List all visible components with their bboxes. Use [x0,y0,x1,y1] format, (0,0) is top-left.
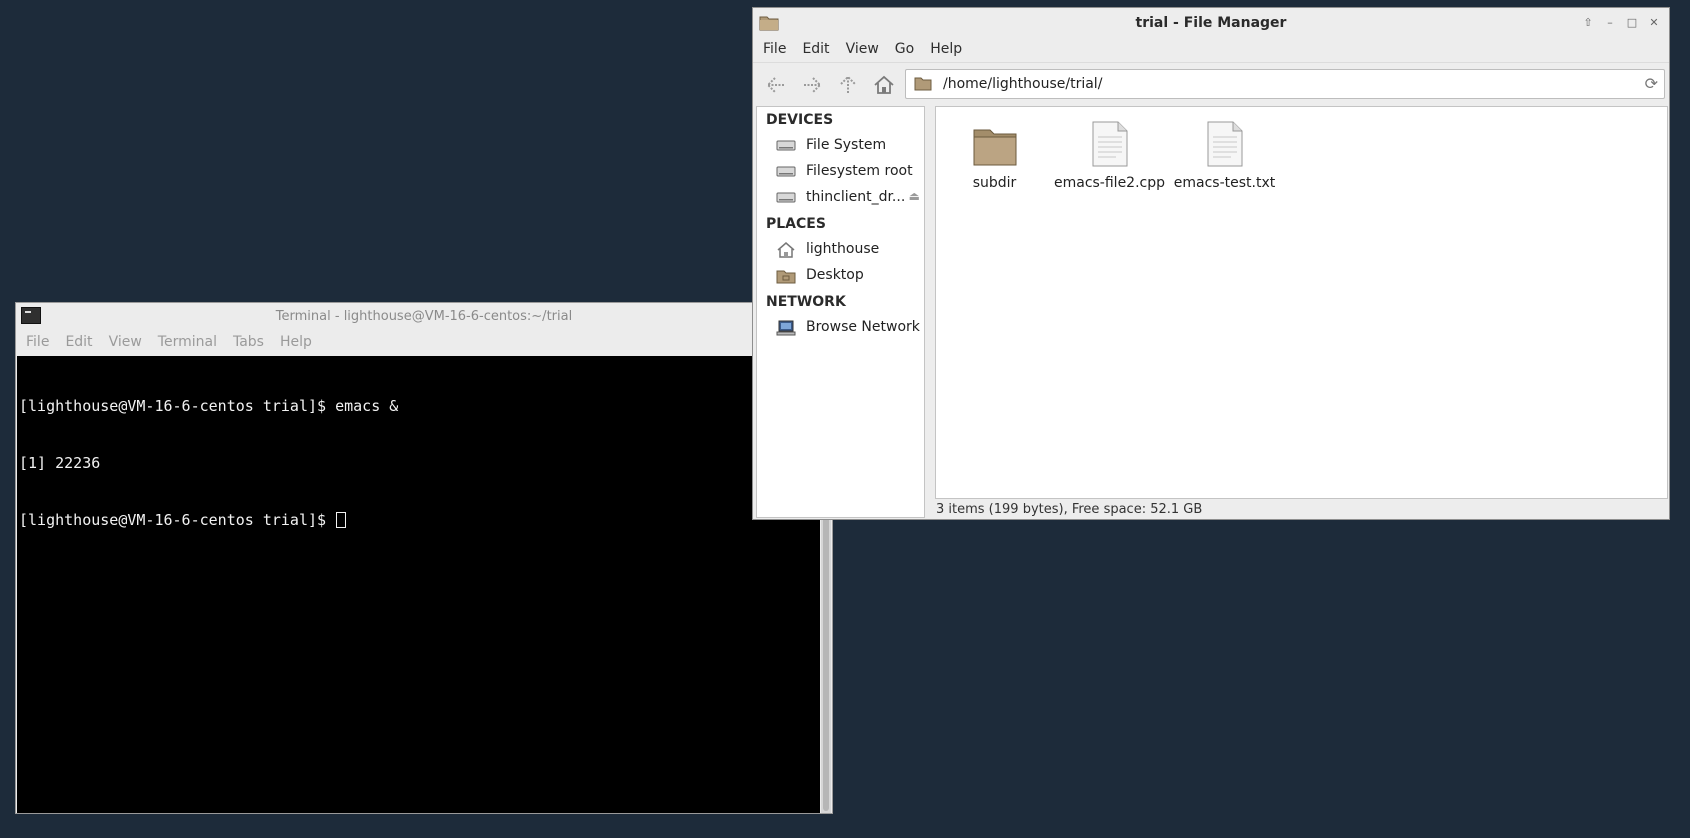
file-item-emacs-file2[interactable]: emacs-file2.cpp [1052,117,1167,191]
close-icon[interactable]: ✕ [1645,14,1663,30]
forward-button[interactable] [797,71,827,99]
drive-icon [776,190,796,208]
sidebar-item-label: lighthouse [806,241,880,257]
folder-icon [937,117,1052,167]
network-heading: NETWORK [766,294,846,310]
network-icon [776,320,796,340]
up-button[interactable] [833,71,863,99]
file-item-emacs-test[interactable]: emacs-test.txt [1167,117,1282,191]
sidebar-item-desktop[interactable]: Desktop [757,263,924,289]
sidebar-item-label: File System [806,137,887,153]
terminal-menu-tabs[interactable]: Tabs [225,330,272,350]
text-file-icon [1167,117,1282,167]
forward-icon [804,77,822,93]
terminal-menu-help[interactable]: Help [272,330,320,350]
file-manager-window[interactable]: trial - File Manager ⇧ – □ ✕ File Edit Vie… [752,7,1670,520]
terminal-prompt-line: [lighthouse@VM-16-6-centos trial]$ [19,511,820,530]
back-button[interactable] [761,71,791,99]
location-bar[interactable]: /home/lighthouse/trial/ ⟳ [905,69,1665,99]
sidebar-item-label: Desktop [806,267,864,283]
text-file-icon [1052,117,1167,167]
shade-icon[interactable]: ⇧ [1579,14,1597,30]
eject-icon[interactable]: ⏏ [909,189,920,203]
sidebar-item-label: Browse Network [806,319,920,335]
fm-menu-view[interactable]: View [838,37,887,57]
terminal-menu-edit[interactable]: Edit [57,330,100,350]
terminal-title: Terminal - lighthouse@VM-16-6-centos:~/t… [275,309,573,324]
devices-heading: DEVICES [766,112,834,128]
sidebar-item-filesystem-root[interactable]: Filesystem root [757,159,924,185]
file-name: emacs-test.txt [1173,175,1276,191]
terminal-menu-view[interactable]: View [101,330,150,350]
sidebar-item-thinclient[interactable]: thinclient_dr... ⏏ [757,185,924,211]
fm-menu-help[interactable]: Help [922,37,970,57]
terminal-titlebar[interactable]: Terminal - lighthouse@VM-16-6-centos:~/t… [16,303,832,330]
back-icon [766,77,784,93]
terminal-cursor [336,512,347,528]
up-arrow-icon [840,75,856,93]
sidebar-item-label: thinclient_dr... [806,189,906,205]
sidebar-item-browse-network[interactable]: Browse Network [757,315,924,341]
maximize-icon[interactable]: □ [1623,14,1641,30]
terminal-line: [lighthouse@VM-16-6-centos trial]$ emacs… [19,397,399,415]
file-name: emacs-file2.cpp [1053,175,1166,191]
minimize-icon[interactable]: – [1601,14,1619,30]
home-icon [874,75,894,94]
file-name: subdir [972,175,1017,191]
places-heading: PLACES [766,216,826,232]
fm-menu-file[interactable]: File [755,37,794,57]
file-manager-title: trial - File Manager [1135,15,1287,31]
file-view[interactable]: subdir emacs-file2.cpp emacs-test.txt [935,106,1668,499]
terminal-prompt: [lighthouse@VM-16-6-centos trial]$ [19,511,336,529]
terminal-menu-file[interactable]: File [18,330,57,350]
fm-menu-edit[interactable]: Edit [794,37,837,57]
sidebar-item-file-system[interactable]: File System [757,133,924,159]
drive-icon [776,138,796,156]
home-icon [776,242,796,262]
terminal-menu-terminal[interactable]: Terminal [150,330,225,350]
reload-icon[interactable]: ⟳ [1645,74,1658,93]
folder-icon [776,268,796,288]
terminal-output[interactable]: [lighthouse@VM-16-6-centos trial]$ emacs… [17,356,820,813]
window-controls: ⇧ – □ ✕ [1579,14,1663,30]
sidebar-item-label: Filesystem root [806,163,913,179]
drive-icon [776,164,796,182]
file-manager-titlebar[interactable]: trial - File Manager ⇧ – □ ✕ [753,8,1669,37]
file-item-subdir[interactable]: subdir [937,117,1052,191]
file-manager-toolbar: /home/lighthouse/trial/ ⟳ [753,62,1669,107]
fm-menu-go[interactable]: Go [887,37,922,57]
terminal-menubar: File Edit View Terminal Tabs Help [16,330,832,355]
sidebar-item-lighthouse[interactable]: lighthouse [757,237,924,263]
side-pane: DEVICES File System Filesystem root thin… [756,106,925,518]
file-manager-menubar: File Edit View Go Help [753,37,1669,62]
terminal-window[interactable]: Terminal - lighthouse@VM-16-6-centos:~/t… [15,302,833,814]
folder-icon [914,75,932,95]
home-button[interactable] [869,71,899,99]
status-bar: 3 items (199 bytes), Free space: 52.1 GB [936,502,1203,517]
terminal-line: [1] 22236 [19,454,101,472]
location-path[interactable]: /home/lighthouse/trial/ [943,76,1102,92]
